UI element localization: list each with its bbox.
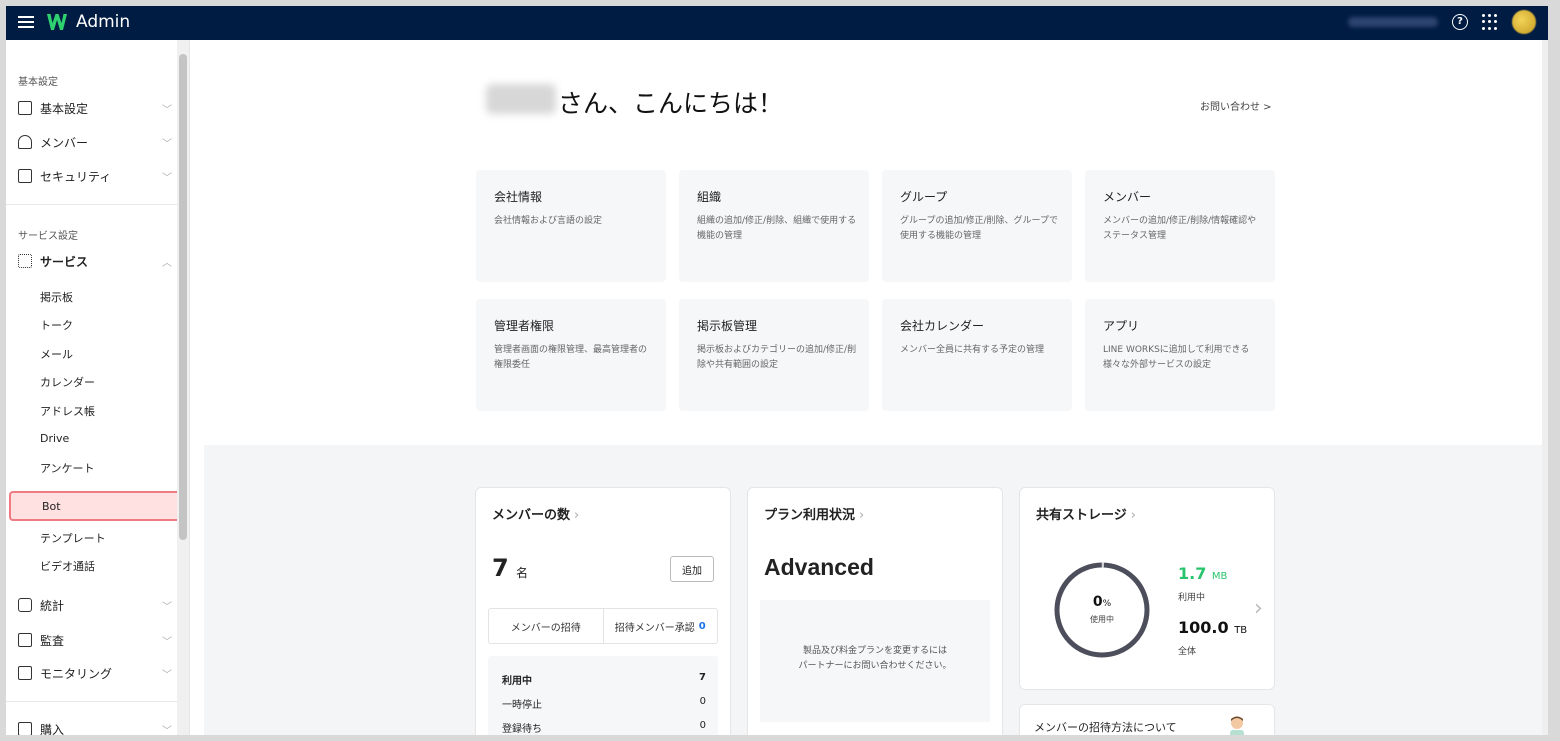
member-count: 7 bbox=[492, 554, 509, 582]
storage-used-value: 1.7 MB bbox=[1178, 564, 1228, 583]
stat-row-suspended: 一時停止 0 bbox=[502, 696, 706, 711]
app-window: Admin ? 基本設定 基本設定 ﹀ メンバー ﹀ セキュリティ ﹀ サービス… bbox=[6, 6, 1548, 735]
chart-icon bbox=[18, 598, 32, 612]
chevron-down-icon: ﹀ bbox=[162, 138, 172, 150]
sidebar-divider bbox=[6, 701, 189, 702]
sidebar-sub-drive[interactable]: Drive bbox=[6, 428, 178, 452]
avatar[interactable] bbox=[1512, 10, 1536, 34]
invite-row: メンバーの招待 招待メンバー承認 0 bbox=[488, 608, 718, 644]
sidebar-sub-talk[interactable]: トーク bbox=[6, 313, 178, 337]
chevron-down-icon: ﹀ bbox=[162, 669, 172, 681]
stat-row-active: 利用中 7 bbox=[502, 672, 706, 687]
sidebar-sub-calendar[interactable]: カレンダー bbox=[6, 370, 178, 394]
shared-storage-title[interactable]: 共有ストレージ › bbox=[1036, 504, 1136, 523]
sidebar-item-members[interactable]: メンバー ﹀ bbox=[6, 128, 178, 156]
members-count-panel: メンバーの数 › 7 名 追加 メンバーの招待 招待メンバー承認 0 利用中 7 一時… bbox=[475, 487, 731, 735]
top-bar: Admin ? bbox=[6, 6, 1548, 40]
help-icon[interactable]: ? bbox=[1452, 14, 1468, 30]
building-icon bbox=[18, 101, 32, 115]
chevron-down-icon: ﹀ bbox=[162, 172, 172, 184]
plan-note: 製品及び料金プランを変更するには パートナーにお問い合わせください。 bbox=[798, 646, 952, 671]
sidebar-sub-address-book[interactable]: アドレス帳 bbox=[6, 399, 178, 423]
plan-usage-title[interactable]: プラン利用状況 › bbox=[764, 504, 864, 523]
plan-note-box: 製品及び料金プランを変更するには パートナーにお問い合わせください。 bbox=[760, 600, 990, 722]
sidebar-item-statistics[interactable]: 統計 ﹀ bbox=[6, 591, 178, 619]
audit-icon bbox=[18, 633, 32, 647]
sidebar-item-basic-settings[interactable]: 基本設定 ﹀ bbox=[6, 94, 178, 122]
sidebar-scrollbar[interactable] bbox=[177, 40, 189, 735]
approve-invite-button[interactable]: 招待メンバー承認 0 bbox=[602, 609, 718, 643]
card-organization[interactable]: 組織 組織の追加/修正/削除、組織で使用する機能の管理 bbox=[679, 170, 869, 282]
plan-usage-panel: プラン利用状況 › Advanced 製品及び料金プランを変更するには パートナーに… bbox=[747, 487, 1003, 735]
members-icon bbox=[18, 135, 32, 149]
sidebar: 基本設定 基本設定 ﹀ メンバー ﹀ セキュリティ ﹀ サービス設定 サービス … bbox=[6, 40, 190, 735]
storage-total-value: 100.0 TB bbox=[1178, 618, 1248, 637]
sidebar-scroll-thumb[interactable] bbox=[179, 54, 187, 540]
storage-total-label: 全体 bbox=[1178, 647, 1197, 657]
works-logo bbox=[47, 14, 67, 30]
sidebar-sub-template[interactable]: テンプレート bbox=[6, 526, 178, 550]
chevron-down-icon: ﹀ bbox=[162, 104, 172, 116]
sidebar-section-basic: 基本設定 bbox=[18, 77, 58, 88]
sidebar-item-service[interactable]: サービス ︿ bbox=[6, 247, 178, 275]
plan-name: Advanced bbox=[764, 554, 874, 580]
card-member[interactable]: メンバー メンバーの追加/修正/削除/情報確認やステータス管理 bbox=[1085, 170, 1275, 282]
chevron-down-icon: ﹀ bbox=[162, 725, 172, 736]
sidebar-sub-mail[interactable]: メール bbox=[6, 342, 178, 366]
card-company-calendar[interactable]: 会社カレンダー メンバー全員に共有する予定の管理 bbox=[882, 299, 1072, 411]
sidebar-item-audit[interactable]: 監査 ﹀ bbox=[6, 626, 178, 654]
sidebar-divider bbox=[6, 204, 189, 205]
card-board-management[interactable]: 掲示板管理 掲示板およびカテゴリーの追加/修正/削除や共有範囲の設定 bbox=[679, 299, 869, 411]
storage-used-label: 利用中 bbox=[1178, 593, 1206, 603]
chevron-down-icon: ﹀ bbox=[162, 601, 172, 613]
chevron-right-icon[interactable]: › bbox=[1254, 596, 1263, 621]
sidebar-section-service: サービス設定 bbox=[18, 231, 78, 242]
chevron-up-icon: ︿ bbox=[162, 257, 172, 269]
card-apps[interactable]: アプリ LINE WORKSに追加して利用できる様々な外部サービスの設定 bbox=[1085, 299, 1275, 411]
invite-guide-panel[interactable]: メンバーの招待方法について bbox=[1019, 704, 1275, 735]
card-admin-permission[interactable]: 管理者権限 管理者画面の権限管理、最高管理者の権限委任 bbox=[476, 299, 666, 411]
person-illustration-icon bbox=[1230, 716, 1244, 735]
sidebar-item-security[interactable]: セキュリティ ﹀ bbox=[6, 162, 178, 190]
stat-row-pending: 登録待ち 0 bbox=[502, 720, 706, 735]
user-name-blurred bbox=[486, 84, 556, 114]
storage-ring-chart bbox=[1054, 562, 1150, 658]
invite-member-button[interactable]: メンバーの招待 bbox=[489, 609, 603, 643]
wallet-icon bbox=[18, 722, 32, 735]
sidebar-sub-video-call[interactable]: ビデオ通話 bbox=[6, 554, 178, 578]
sidebar-sub-survey[interactable]: アンケート bbox=[6, 456, 178, 480]
contact-link[interactable]: お問い合わせ > bbox=[1200, 98, 1272, 113]
members-count-title[interactable]: メンバーの数 › bbox=[492, 504, 579, 523]
main-content: さん、こんにちは！ お問い合わせ > 会社情報 会社情報および言語の設定 組織 … bbox=[204, 40, 1548, 735]
storage-percent-label: 使用中 bbox=[1090, 615, 1114, 624]
sidebar-item-monitoring[interactable]: モニタリング ﹀ bbox=[6, 659, 178, 687]
chevron-down-icon: ﹀ bbox=[162, 636, 172, 648]
member-count-unit: 名 bbox=[516, 566, 529, 580]
greeting-text: さん、こんにちは！ bbox=[558, 89, 784, 118]
apps-icon bbox=[18, 254, 32, 268]
sidebar-sub-bot[interactable]: Bot bbox=[9, 491, 188, 521]
monitor-icon bbox=[18, 666, 32, 680]
add-member-button[interactable]: 追加 bbox=[670, 556, 714, 582]
card-group[interactable]: グループ グループの追加/修正/削除、グループで使用する機能の管理 bbox=[882, 170, 1072, 282]
invite-guide-title: メンバーの招待方法について bbox=[1034, 721, 1177, 734]
lock-icon bbox=[18, 169, 32, 183]
shared-storage-panel: 共有ストレージ › 0% 使用中 1.7 MB 利用中 100.0 TB 全体 › bbox=[1019, 487, 1275, 690]
storage-percent: 0% bbox=[1092, 594, 1112, 610]
menu-icon[interactable] bbox=[18, 14, 34, 30]
sidebar-sub-board[interactable]: 掲示板 bbox=[6, 285, 178, 309]
sidebar-item-purchase[interactable]: 購入 ﹀ bbox=[6, 715, 178, 735]
apps-grid-icon[interactable] bbox=[1482, 14, 1498, 30]
app-title: Admin bbox=[76, 12, 131, 32]
card-company-info[interactable]: 会社情報 会社情報および言語の設定 bbox=[476, 170, 666, 282]
account-name-blurred bbox=[1348, 17, 1438, 27]
member-stats: 利用中 7 一時停止 0 登録待ち 0 bbox=[488, 656, 718, 735]
approve-count: 0 bbox=[698, 620, 706, 632]
main-scrollbar[interactable] bbox=[1542, 40, 1548, 735]
